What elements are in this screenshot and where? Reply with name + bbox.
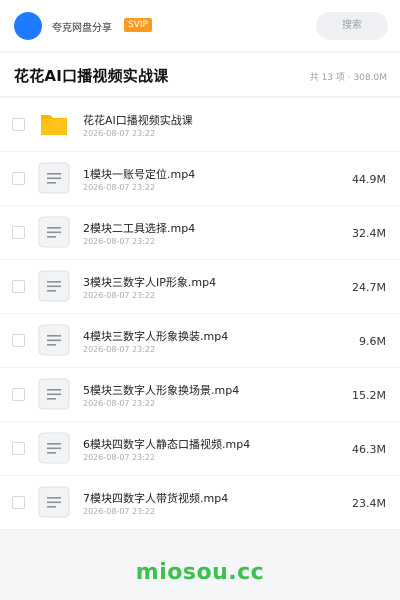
file-name[interactable]: 7模块四数字人带货视频.mp4 bbox=[83, 490, 228, 506]
file-name[interactable]: 3模块三数字人IP形象.mp4 bbox=[83, 274, 216, 290]
document-icon bbox=[38, 270, 70, 302]
document-icon bbox=[38, 486, 70, 518]
owner-name: 夸克网盘分享 bbox=[52, 23, 112, 34]
file-name[interactable]: 花花AI口播视频实战课 bbox=[83, 112, 193, 128]
file-date: 2026-08-07 23:22 bbox=[83, 453, 156, 462]
folder-summary: 共 13 项 · 308.0M bbox=[309, 73, 387, 83]
file-row[interactable]: 7模块四数字人带货视频.mp4 2026-08-07 23:22 23.4M bbox=[0, 476, 400, 530]
file-name[interactable]: 4模块三数字人形象换装.mp4 bbox=[83, 328, 228, 344]
file-date: 2026-08-07 23:22 bbox=[83, 237, 156, 246]
select-checkbox[interactable] bbox=[12, 496, 25, 509]
select-checkbox[interactable] bbox=[12, 334, 25, 347]
select-checkbox[interactable] bbox=[12, 280, 25, 293]
select-checkbox[interactable] bbox=[12, 118, 25, 131]
file-name[interactable]: 2模块二工具选择.mp4 bbox=[83, 220, 195, 236]
folder-icon bbox=[38, 108, 70, 140]
document-icon bbox=[38, 378, 70, 410]
file-size: 24.7M bbox=[352, 281, 386, 294]
file-date: 2026-08-07 23:22 bbox=[83, 129, 156, 138]
document-icon bbox=[38, 216, 70, 248]
file-row[interactable]: 4模块三数字人形象换装.mp4 2026-08-07 23:22 9.6M bbox=[0, 314, 400, 368]
watermark-text: miosou.cc bbox=[135, 560, 265, 585]
file-row[interactable]: 2模块二工具选择.mp4 2026-08-07 23:22 32.4M bbox=[0, 206, 400, 260]
select-checkbox[interactable] bbox=[12, 172, 25, 185]
document-icon bbox=[38, 162, 70, 194]
document-icon bbox=[38, 432, 70, 464]
file-size: 44.9M bbox=[352, 173, 386, 186]
file-row[interactable]: 6模块四数字人静态口播视频.mp4 2026-08-07 23:22 46.3M bbox=[0, 422, 400, 476]
file-date: 2026-08-07 23:22 bbox=[83, 345, 156, 354]
document-icon bbox=[38, 324, 70, 356]
file-name[interactable]: 5模块三数字人形象换场景.mp4 bbox=[83, 382, 239, 398]
file-size: 32.4M bbox=[352, 227, 386, 240]
select-checkbox[interactable] bbox=[12, 226, 25, 239]
file-row[interactable]: 1模块一账号定位.mp4 2026-08-07 23:22 44.9M bbox=[0, 152, 400, 206]
folder-title-bar: 花花AI口播视频实战课 共 13 项 · 308.0M bbox=[0, 53, 400, 97]
file-size: 9.6M bbox=[359, 335, 386, 348]
file-row[interactable]: 3模块三数字人IP形象.mp4 2026-08-07 23:22 24.7M bbox=[0, 260, 400, 314]
file-size: 15.2M bbox=[352, 389, 386, 402]
select-checkbox[interactable] bbox=[12, 442, 25, 455]
file-date: 2026-08-07 23:22 bbox=[83, 291, 156, 300]
file-name[interactable]: 1模块一账号定位.mp4 bbox=[83, 166, 195, 182]
svip-badge: SVIP bbox=[124, 18, 152, 32]
file-name[interactable]: 6模块四数字人静态口播视频.mp4 bbox=[83, 436, 250, 452]
page-title: 花花AI口播视频实战课 bbox=[14, 67, 169, 85]
file-size: 46.3M bbox=[352, 443, 386, 456]
search-button[interactable]: 搜索 bbox=[316, 12, 388, 40]
file-size: 23.4M bbox=[352, 497, 386, 510]
file-date: 2026-08-07 23:22 bbox=[83, 399, 156, 408]
file-list: 花花AI口播视频实战课 2026-08-07 23:22 1模块一账号定位.mp4 2… bbox=[0, 98, 400, 530]
folder-row[interactable]: 花花AI口播视频实战课 2026-08-07 23:22 bbox=[0, 98, 400, 152]
file-date: 2026-08-07 23:22 bbox=[83, 183, 156, 192]
file-row[interactable]: 5模块三数字人形象换场景.mp4 2026-08-07 23:22 15.2M bbox=[0, 368, 400, 422]
share-header: 夸克网盘分享 SVIP 搜索 bbox=[0, 0, 400, 52]
avatar[interactable] bbox=[14, 12, 42, 40]
select-checkbox[interactable] bbox=[12, 388, 25, 401]
file-date: 2026-08-07 23:22 bbox=[83, 507, 156, 516]
